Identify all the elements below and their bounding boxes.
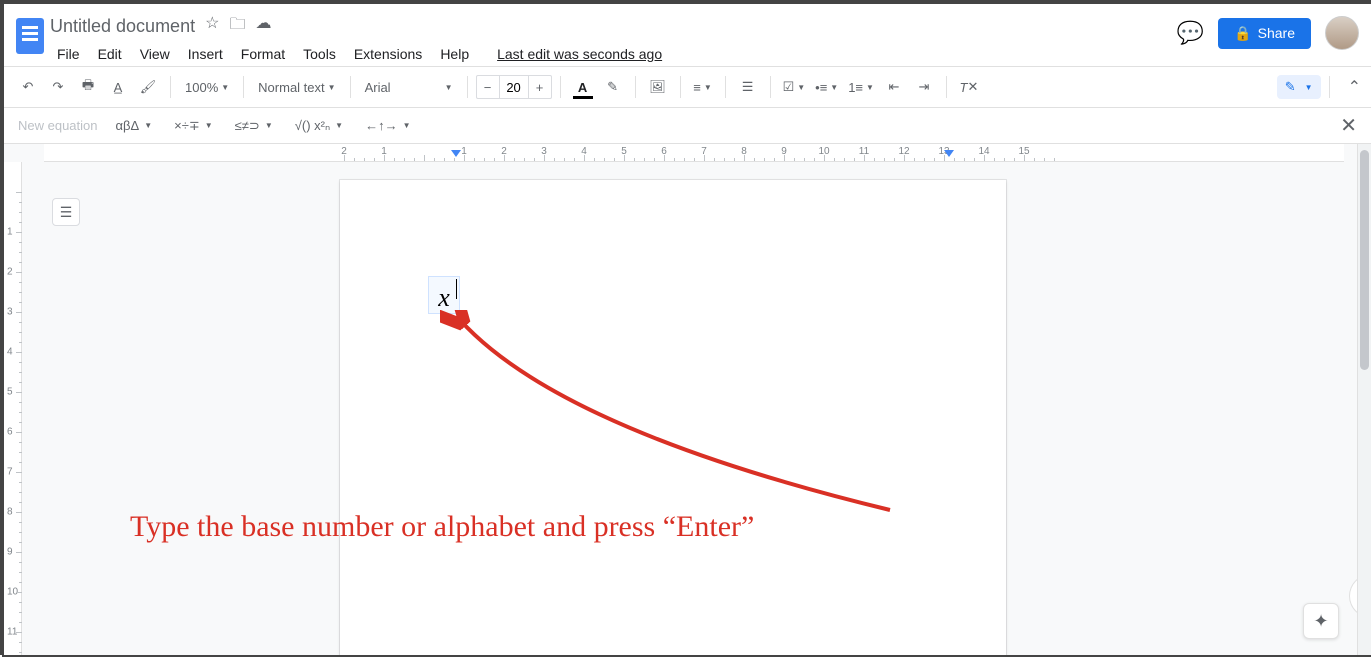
font-size-increase[interactable]: + [529, 80, 551, 95]
toolbar-separator [635, 76, 636, 98]
menu-extensions[interactable]: Extensions [347, 42, 429, 66]
spellcheck-button[interactable]: A̲ [104, 73, 132, 101]
vertical-scrollbar[interactable] [1357, 144, 1371, 655]
workspace: 21123456789101112131415 1234567891011 ☰ … [4, 144, 1371, 655]
font-size-decrease[interactable]: − [477, 80, 499, 95]
highlight-button[interactable]: ✎ [599, 73, 627, 101]
share-button[interactable]: 🔒 Share [1218, 18, 1311, 49]
explore-button[interactable]: ✦ [1303, 603, 1339, 639]
annotation-text: Type the base number or alphabet and pre… [130, 510, 754, 544]
toolbar-separator [170, 76, 171, 98]
toolbar-separator [725, 76, 726, 98]
toolbar-separator [350, 76, 351, 98]
toolbar-separator [243, 76, 244, 98]
equation-editor[interactable]: x [428, 276, 460, 314]
move-icon[interactable]: 🗀 [229, 13, 245, 40]
font-size-input[interactable] [499, 76, 529, 98]
undo-button[interactable]: ↶ [14, 73, 42, 101]
last-edit-link[interactable]: Last edit was seconds ago [490, 42, 669, 66]
title-bar: Untitled document ☆ 🗀 ☁ File Edit View I… [4, 4, 1371, 66]
eq-math-dropdown[interactable]: √() x²ₙ▼ [291, 115, 347, 137]
menu-view[interactable]: View [133, 42, 177, 66]
menu-insert[interactable]: Insert [181, 42, 230, 66]
eq-relations-dropdown[interactable]: ≤≠⊃▼ [231, 115, 277, 137]
line-spacing-button[interactable]: ☰ [734, 73, 762, 101]
annotation-arrow [440, 310, 940, 530]
pencil-icon: ✎ [1285, 79, 1296, 95]
toolbar-separator [467, 76, 468, 98]
font-size-stepper[interactable]: − + [476, 75, 552, 99]
lock-icon: 🔒 [1234, 25, 1251, 42]
paint-format-button[interactable]: 🖌 [134, 73, 162, 101]
checklist-button[interactable]: ☑▼ [779, 73, 810, 101]
right-indent-marker[interactable] [944, 150, 954, 157]
star-icon[interactable]: ☆ [205, 13, 219, 40]
new-equation-label[interactable]: New equation [18, 118, 98, 133]
align-dropdown[interactable]: ≡▼ [689, 73, 717, 101]
account-avatar[interactable] [1325, 16, 1359, 50]
close-equation-bar-icon[interactable]: ✕ [1340, 113, 1357, 138]
insert-image-button[interactable]: 🖼 [644, 73, 672, 101]
eq-greek-dropdown[interactable]: αβΔ▼ [112, 115, 157, 136]
editing-mode-dropdown[interactable]: ✎▼ [1277, 75, 1321, 99]
horizontal-ruler[interactable]: 21123456789101112131415 [44, 144, 1344, 162]
share-label: Share [1258, 25, 1295, 41]
main-toolbar: ↶ ↷ 🖶 A̲ 🖌 100%▼ Normal text▼ Arial▼ − +… [4, 66, 1371, 108]
cloud-status-icon[interactable]: ☁ [255, 13, 271, 40]
numbered-list-button[interactable]: 1≡▼ [844, 73, 878, 101]
bulleted-list-button[interactable]: •≡▼ [811, 73, 842, 101]
increase-indent-button[interactable]: ⇥ [910, 73, 938, 101]
print-button[interactable]: 🖶 [74, 73, 102, 101]
document-outline-button[interactable]: ☰ [52, 198, 80, 226]
toolbar-separator [1329, 76, 1330, 98]
document-canvas[interactable]: ☰ x Type the base number or alphabet and… [22, 162, 1344, 655]
decrease-indent-button[interactable]: ⇤ [880, 73, 908, 101]
hide-menus-button[interactable]: ⌃ [1348, 77, 1361, 97]
paragraph-style-dropdown[interactable]: Normal text▼ [252, 73, 341, 101]
scrollbar-thumb[interactable] [1360, 150, 1369, 370]
menu-tools[interactable]: Tools [296, 42, 343, 66]
font-dropdown[interactable]: Arial▼ [359, 73, 459, 101]
menu-format[interactable]: Format [234, 42, 292, 66]
menu-help[interactable]: Help [433, 42, 476, 66]
title-area: Untitled document ☆ 🗀 ☁ File Edit View I… [50, 10, 1177, 66]
toolbar-separator [770, 76, 771, 98]
comments-icon[interactable]: 💬 [1177, 20, 1204, 46]
vertical-ruler[interactable]: 1234567891011 [4, 162, 22, 655]
eq-arrows-dropdown[interactable]: ←↑→▼ [361, 115, 414, 136]
zoom-dropdown[interactable]: 100%▼ [179, 73, 235, 101]
text-color-button[interactable]: A [569, 73, 597, 101]
redo-button[interactable]: ↷ [44, 73, 72, 101]
toolbar-separator [560, 76, 561, 98]
equation-toolbar: New equation αβΔ▼ ×÷∓▼ ≤≠⊃▼ √() x²ₙ▼ ←↑→… [4, 108, 1371, 144]
document-page[interactable]: x Type the base number or alphabet and p… [340, 180, 1006, 655]
menu-edit[interactable]: Edit [91, 42, 129, 66]
text-caret [456, 279, 457, 299]
equation-content: x [438, 283, 450, 313]
eq-operators-dropdown[interactable]: ×÷∓▼ [170, 115, 217, 137]
menu-file[interactable]: File [50, 42, 87, 66]
clear-formatting-button[interactable]: T✕ [955, 73, 983, 101]
menu-bar: File Edit View Insert Format Tools Exten… [50, 38, 1177, 66]
toolbar-separator [680, 76, 681, 98]
docs-logo-icon[interactable] [10, 10, 50, 62]
left-indent-marker[interactable] [451, 150, 461, 157]
header-right-actions: 💬 🔒 Share [1177, 10, 1359, 50]
document-title[interactable]: Untitled document [50, 16, 195, 37]
toolbar-separator [946, 76, 947, 98]
